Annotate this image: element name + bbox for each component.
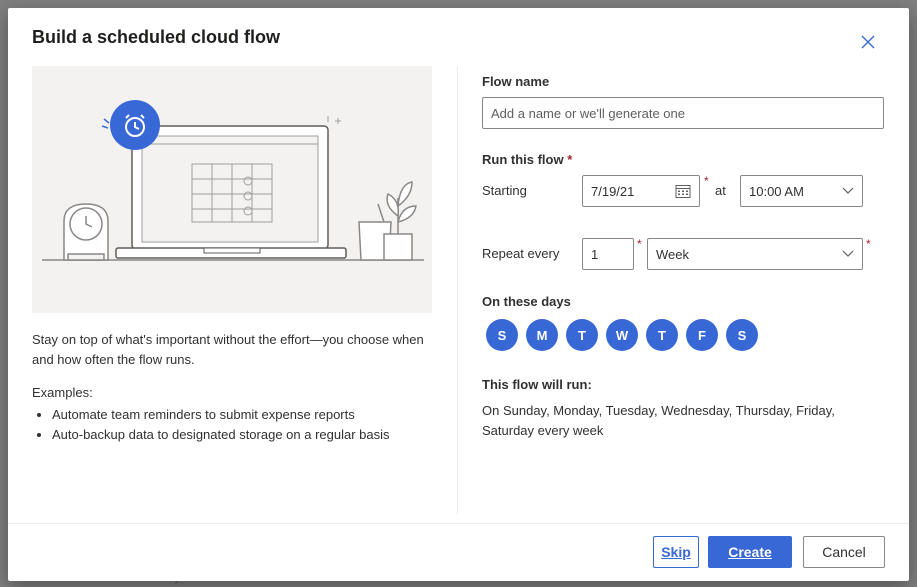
list-item: Auto-backup data to designated storage o… (52, 425, 390, 445)
repeat-label: Repeat every (482, 246, 560, 261)
day-toggle-friday[interactable]: F (686, 319, 718, 351)
starting-label: Starting (482, 183, 527, 198)
dialog-description: Stay on top of what's important without … (32, 332, 424, 367)
repeat-unit-dropdown[interactable]: Week (647, 238, 863, 270)
day-toggle-thursday[interactable]: T (646, 319, 678, 351)
summary-label: This flow will run: (482, 377, 592, 392)
start-date-value: 7/19/21 (591, 183, 635, 199)
examples-list: Automate team reminders to submit expens… (32, 405, 390, 445)
laptop-clock-illustration (42, 100, 424, 261)
left-panel (32, 66, 434, 313)
repeat-unit-value: Week (656, 246, 689, 262)
days-label: On these days (482, 294, 571, 309)
repeat-interval-input[interactable]: 1 (582, 238, 634, 270)
create-button[interactable]: Create (708, 536, 792, 568)
day-toggle-monday[interactable]: M (526, 319, 558, 351)
day-toggle-tuesday[interactable]: T (566, 319, 598, 351)
cancel-button[interactable]: Cancel (803, 536, 885, 568)
chevron-down-icon (842, 187, 854, 194)
examples-title: Examples: (32, 385, 93, 400)
required-marker: * (866, 237, 871, 251)
run-flow-label: Run this flow * (482, 152, 573, 167)
required-marker: * (637, 237, 642, 251)
chevron-down-icon (842, 250, 854, 257)
footer-divider (8, 523, 909, 524)
summary-text: On Sunday, Monday, Tuesday, Wednesday, T… (482, 403, 835, 438)
dialog-title: Build a scheduled cloud flow (32, 27, 281, 47)
close-button[interactable] (856, 30, 880, 54)
panel-divider (457, 66, 458, 514)
required-marker: * (704, 174, 709, 188)
day-toggle-sunday[interactable]: S (486, 319, 518, 351)
flow-name-label: Flow name (482, 74, 550, 89)
illustration (32, 66, 432, 313)
start-time-dropdown[interactable]: 10:00 AM (740, 175, 863, 207)
at-label: at (715, 183, 726, 198)
list-item: Automate team reminders to submit expens… (52, 405, 390, 425)
start-date-picker[interactable]: 7/19/21 (582, 175, 700, 207)
create-flow-dialog: Build a scheduled cloud flow Stay on top… (8, 8, 909, 581)
day-toggle-wednesday[interactable]: W (606, 319, 638, 351)
day-toggle-saturday[interactable]: S (726, 319, 758, 351)
skip-button[interactable]: Skip (653, 536, 699, 568)
calendar-icon (675, 185, 691, 198)
flow-name-input[interactable]: Add a name or we'll generate one (482, 97, 884, 129)
close-icon (861, 35, 875, 49)
start-time-value: 10:00 AM (749, 183, 804, 199)
